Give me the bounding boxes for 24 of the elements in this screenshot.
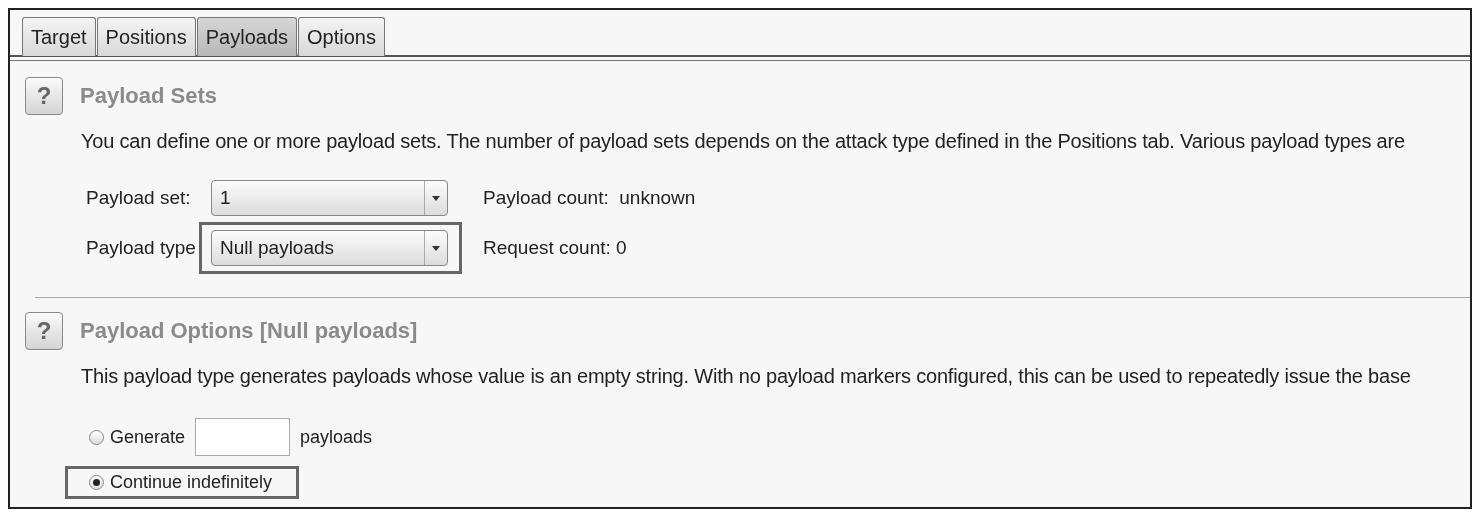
field-label: Payload type <box>86 237 197 259</box>
radio-button[interactable] <box>89 475 104 490</box>
description-text: You can define one or more payload sets. The number of payload sets depends on the attack type defined in the Positions tab. Various payload types are <box>81 130 1406 153</box>
option-label: payloads <box>300 426 373 448</box>
radio-button[interactable] <box>89 429 104 445</box>
help-button[interactable]: ? <box>25 312 63 350</box>
field-label: Payload set: <box>86 187 192 209</box>
section-title: Payload Sets <box>80 83 217 109</box>
input-field[interactable] <box>195 418 291 456</box>
tab[interactable]: Options <box>298 17 385 56</box>
info-text: Request count: 0 <box>483 237 627 259</box>
tab[interactable]: Positions <box>96 17 196 56</box>
caret-icon <box>432 245 440 251</box>
dropdown[interactable]: 1 <box>211 180 448 216</box>
description-text: This payload type generates payloads whose value is an empty string. With no payload markers configured, this can be used to repeatedly issue the base <box>81 365 1412 388</box>
info-text: Payload count: unknown <box>483 187 696 209</box>
option-label: Generate <box>110 426 186 448</box>
help-button[interactable]: ? <box>25 77 63 115</box>
tab[interactable]: Target <box>22 17 96 56</box>
section-title: Payload Options [Null payloads] <box>80 318 418 344</box>
option-label: Continue indefinitely <box>110 472 273 493</box>
tab[interactable]: Payloads <box>196 17 298 56</box>
caret-icon <box>432 195 440 201</box>
dropdown[interactable]: Null payloads <box>211 230 448 266</box>
